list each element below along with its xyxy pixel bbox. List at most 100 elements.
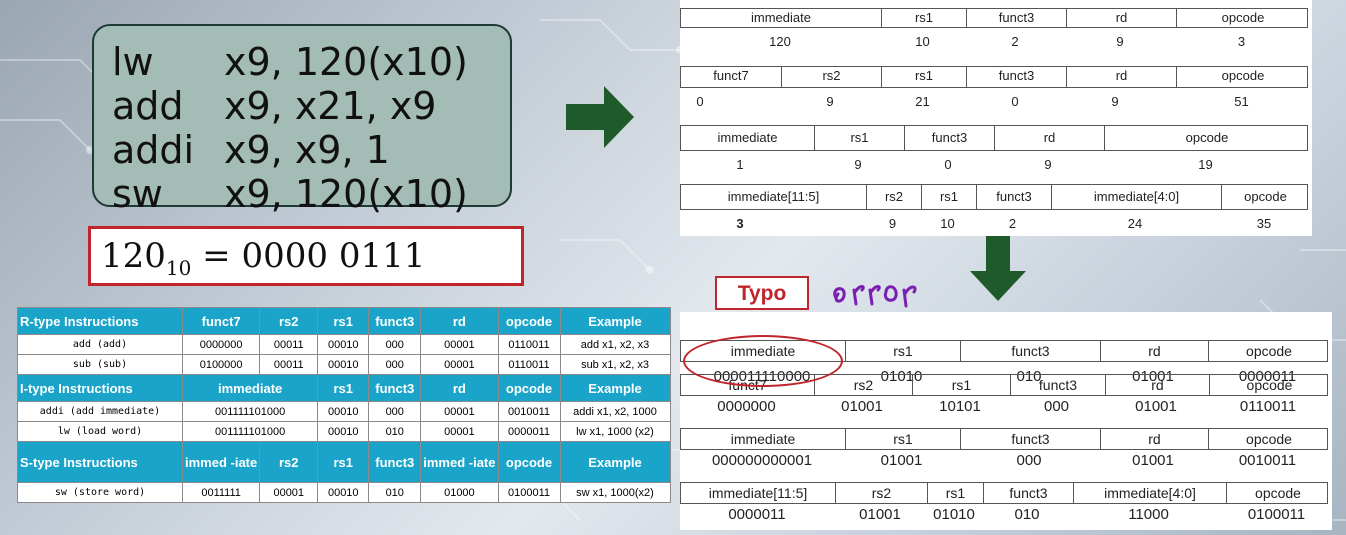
table-cell: 00001 [420,354,499,375]
table-cell: 0000011 [497,421,561,442]
field-value: 010 [1014,506,1040,523]
table-cell: 000 [368,354,422,375]
code-line: add x9, x21, x9 [112,84,510,128]
table-header-cell: rs2 [259,441,319,483]
field-label: rs1 [881,9,966,27]
field-label: funct3 [983,483,1073,503]
table-cell: sw (store word) [17,482,183,503]
table-cell: 00010 [317,482,370,503]
field-value: 10 [940,216,955,231]
table-cell: 01000 [420,482,499,503]
table-cell: 001111101000 [181,401,319,422]
error-highlight-circle [683,335,843,387]
i-type-header: I-type Instructions immediate rs1 funct3… [17,374,671,402]
field-label: funct3 [904,126,994,150]
table-cell: sw x1, 1000(x2) [559,482,671,503]
field-label: funct3 [960,429,1100,449]
eq-lhs-base: 10 [165,255,192,280]
field-label: rs2 [781,67,881,87]
field-value: 3 [1237,34,1246,49]
field-label: rs1 [912,375,1010,395]
table-header-cell: Example [559,307,671,335]
code-operands: x9, 120(x10) [224,40,468,84]
field-value: 9 [888,216,897,231]
table-cell: 010 [368,482,422,503]
field-label: rd [1105,375,1209,395]
field-label: immediate [730,431,796,447]
code-line: addi x9, x9, 1 [112,128,510,172]
s-type-header: S-type Instructions immed -iate rs2 rs1 … [17,441,671,483]
table-cell: add (add) [17,334,183,355]
table-header-cell: opcode [497,307,561,335]
field-label: rs1 [814,126,904,150]
arrow-right-icon [566,86,634,148]
field-label: immediate[11:5] [727,189,820,204]
field-label: rs2 [814,375,912,395]
field-label: immediate [717,130,778,145]
table-cell: 00001 [420,334,499,355]
table-cell: lw (load word) [17,421,183,442]
field-value: 51 [1234,94,1249,109]
table-cell: 000 [368,334,422,355]
field-label: rd [1100,341,1208,361]
field-label: funct7 [713,68,749,83]
table-header-cell: immed -iate [420,441,499,483]
field-value: 000000000001 [711,452,813,469]
assembly-code-box: lw x9, 120(x10) add x9, x21, x9 addi x9, x9… [92,24,512,216]
field-label: opcode [1104,126,1309,150]
field-value: 01001 [841,398,883,415]
table-header-cell: Example [559,441,671,483]
field-row: immediate rs1 funct3 rd opcode [680,428,1328,450]
decimal-encoding-panel: immediate rs1 funct3 rd opcode 120 10 2 … [680,0,1312,236]
table-header-cell: Example [559,374,671,402]
table-header-cell: rs2 [259,307,319,335]
code-line: lw x9, 120(x10) [112,40,510,84]
field-value: 35 [1256,216,1272,231]
field-value: 21 [915,94,930,109]
table-cell: addi (add immediate) [17,401,183,422]
field-label: opcode [1176,9,1309,27]
table-cell: 0110011 [497,334,561,355]
code-operands: x9, x9, 1 [224,128,390,172]
field-row: immediate[11:5] rs2 rs1 funct3 immediate… [680,184,1308,210]
table-header-cell: funct3 [368,307,422,335]
field-label: rd [1100,429,1208,449]
table-row: sub (sub) 0100000 00011 00010 000 00001 … [17,354,671,375]
field-row: immediate rs1 funct3 rd opcode [680,125,1308,151]
field-value: 000 [1016,452,1042,469]
table-cell: sub x1, x2, x3 [559,354,671,375]
field-label: opcode [1226,483,1329,503]
table-header-cell: funct3 [368,374,422,402]
field-value: 01001 [1132,452,1174,469]
table-cell: 0000000 [181,334,261,355]
field-label: opcode [1221,185,1309,209]
field-value: 0100011 [1247,506,1306,523]
table-header-cell: rs1 [317,441,370,483]
eq-lhs: 120 [101,236,166,276]
table-cell: 00010 [317,334,370,355]
table-cell: 00001 [420,421,499,442]
table-header-cell: rd [420,374,499,402]
table-cell: add x1, x2, x3 [559,334,671,355]
table-cell: lw x1, 1000 (x2) [559,421,671,442]
table-header-cell: opcode [497,441,561,483]
field-value: 3 [736,216,744,231]
table-cell: 010 [368,421,422,442]
field-value: 9 [854,157,862,172]
table-header-cell: immediate [181,374,319,402]
field-label: rs1 [927,483,983,503]
code-operands: x9, 120(x10) [224,172,468,216]
table-cell: 00011 [259,334,319,355]
table-cell: 0011111 [181,482,261,503]
field-label: rs1 [845,341,960,361]
table-cell: 0100011 [497,482,561,503]
table-row: add (add) 0000000 00011 00010 000 00001 … [17,334,671,355]
field-label: immediate[4:0] [1073,483,1226,503]
field-value: 0000011 [728,506,786,523]
field-value: 0 [944,157,952,172]
field-label: immediate[11:5] [708,485,808,501]
field-value: 0 [696,94,704,109]
code-opcode: lw [112,40,154,84]
field-label: rs1 [921,185,976,209]
field-label: funct3 [1010,375,1105,395]
